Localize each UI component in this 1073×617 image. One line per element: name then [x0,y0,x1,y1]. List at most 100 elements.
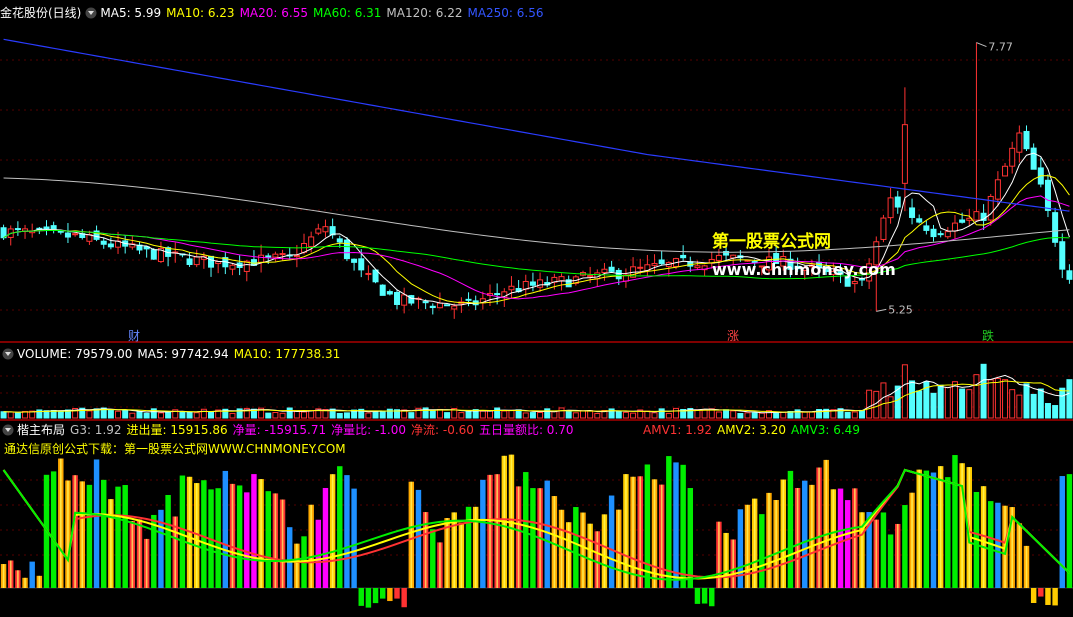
indicator-bar [401,588,407,608]
volume-bar [715,411,722,419]
stock-chart: 7.77 5.25 财 涨 跌 [0,0,1073,617]
candle-body [1023,130,1030,150]
volume-bar [866,389,873,419]
indicator-bar-highlight [617,509,620,588]
candle-body [272,253,279,258]
volume-bar [658,408,665,419]
indicator-bar [930,472,937,588]
candle-body [994,179,1001,200]
expand-icon[interactable] [2,348,14,360]
low-label: 5.25 [888,303,913,316]
indicator-bar [122,485,128,588]
candle-body [186,258,193,265]
volume-bar [758,412,765,419]
amv-legend-item-1: AMV2: 3.20 [716,423,786,437]
amv-legend-item-0: AMV1: 1.92 [643,423,712,437]
volume-bar [165,411,172,419]
volume-bar [594,412,601,419]
volume-bar [558,407,565,419]
candle-body [894,196,901,208]
expand-icon[interactable] [85,7,97,19]
stock-title: 金花股份(日线) [0,6,82,20]
volume-bar [436,408,443,419]
indicator-legend-item-0: G3: 1.92 [70,423,122,437]
indicator-bar [344,475,350,588]
candle-body [680,254,687,259]
volume-bar [987,379,994,419]
indicator-bar [759,514,765,588]
volume-bar [336,412,343,419]
indicator-bar-highlight [796,487,799,588]
volume-bar [959,388,966,419]
candle-body [651,262,658,266]
candle-body [637,266,644,269]
indicator-bar [372,588,379,604]
indicator-bar-highlight [632,476,634,588]
indicator-bar-highlight [732,539,735,588]
indicator-bar [93,459,100,588]
candle-body [308,236,315,248]
candle-body [587,275,594,278]
volume-bar [994,377,1001,419]
volume-bar [279,412,286,419]
indicator-bar [244,492,250,588]
candle-body [372,269,379,283]
indicator-bar [701,588,708,604]
watermark-url: www.chnmoney.com [712,260,896,279]
candle-body [315,228,322,234]
volume-bar [944,386,951,419]
candle-body [258,254,265,263]
indicator-bar [265,491,271,588]
indicator-bar [902,505,908,588]
volume-bar [515,409,522,419]
indicator-bar-highlight [553,496,556,588]
candle-body [150,249,157,260]
candle-body [444,304,451,307]
indicator-bar [387,588,393,602]
candle-body [429,305,436,309]
watermark-cn: 第一股票公式网 [712,232,831,252]
candle-body [72,233,79,236]
volume-bar [308,410,315,419]
volume-bar [522,412,529,419]
volume-header: VOLUME: 79579.00 MA5: 97742.94 MA10: 17773… [0,346,345,362]
volume-bar [930,392,937,419]
candle-body [451,305,458,310]
indicator-bar-highlight [260,479,262,588]
indicator-bar [673,462,679,588]
indicator-bar-highlight [596,531,599,588]
volume-bar [529,412,536,419]
volume-bar [622,411,629,419]
indicator-bar-highlight [453,512,456,588]
indicator-bar [465,506,472,588]
indicator-bar [787,470,794,588]
indicator-bar-highlight [746,504,749,588]
candle-body [851,281,858,285]
indicator-bar [880,512,887,588]
expand-icon[interactable] [2,424,14,436]
volume-bar [107,409,114,419]
indicator-bar-highlight [274,493,277,588]
indicator-bar [415,489,422,588]
indicator-header: 楷主布局 G3: 1.92 进出量: 15915.86 净量: -15915.71 净量… [0,422,584,438]
indicator-bar [222,470,229,588]
indicator-bar [1059,476,1065,588]
volume-bar [587,410,594,419]
high-label: 7.77 [988,41,1013,54]
indicator-legend-item-5: 五日量额比: 0.70 [478,423,574,437]
indicator-bar-highlight [2,564,5,588]
volume-bar [179,411,186,419]
candle-body [365,272,372,275]
indicator-bar [1052,588,1058,606]
volume-bar [744,412,751,419]
indicator-bar-highlight [410,481,413,588]
volume-bar [672,407,679,419]
volume-ma10: MA10: 177738.31 [233,347,341,361]
volume-bar [301,411,308,419]
volume-bar [844,412,851,419]
indicator-bar-highlight [775,500,777,588]
volume-bar [115,410,122,419]
volume-bar [7,411,14,419]
event-mark: 财 [128,329,140,343]
indicator-bar-highlight [145,538,148,588]
